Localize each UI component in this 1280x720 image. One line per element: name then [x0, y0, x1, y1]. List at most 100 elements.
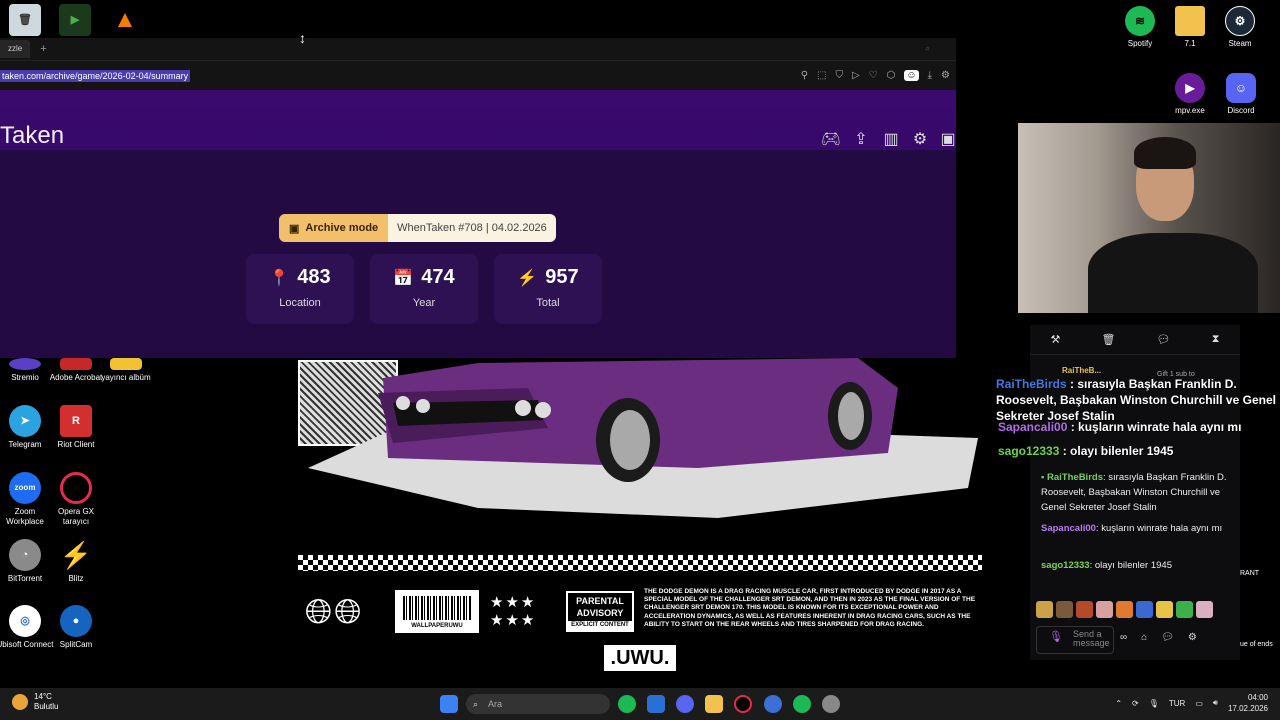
side-label-2: ue of ends	[1240, 641, 1273, 648]
emote-icon[interactable]	[1136, 601, 1153, 618]
splitcam-icon[interactable]: ● SplitCam	[47, 605, 105, 650]
chevron-up-icon[interactable]: ⌃	[1115, 699, 1122, 708]
pin-icon[interactable]: ⚲	[801, 70, 808, 81]
archive-mode-banner: ▣ Archive mode WhenTaken #708 | 04.02.20…	[279, 214, 556, 242]
hammer-icon[interactable]: ⚒	[1051, 333, 1061, 346]
bittorrent-icon[interactable]: ◔ BitTorrent	[0, 539, 54, 584]
language-indicator[interactable]: TUR	[1169, 699, 1185, 708]
discord-icon[interactable]: ☺ Discord	[1216, 73, 1266, 115]
weather-desc: Bulutlu	[34, 702, 59, 711]
barcode-text: WALLPAPERUWU	[411, 623, 463, 629]
store-icon[interactable]: ⌂	[1141, 632, 1147, 643]
clock[interactable]: 04:00 17.02.2026	[1228, 692, 1268, 714]
stat-year-value: 474	[421, 266, 455, 288]
folder-71-icon[interactable]: 7.1	[1165, 6, 1215, 48]
emote-icon[interactable]	[1116, 601, 1133, 618]
settings-icon[interactable]: ⚙	[941, 70, 950, 81]
trash-icon[interactable]: 🗑︎	[1102, 333, 1116, 346]
browser-tab[interactable]: zzle	[0, 40, 31, 58]
sync-icon[interactable]: ⟳	[1132, 699, 1139, 708]
uwu-logo: .UWU.	[604, 645, 676, 671]
app-taskbar-icon[interactable]	[764, 695, 782, 713]
emote-icon[interactable]	[1076, 601, 1093, 618]
archive-mode-button[interactable]: ▣ Archive mode	[279, 214, 389, 242]
windows-start-icon[interactable]	[440, 695, 458, 713]
file-explorer-icon[interactable]	[705, 695, 723, 713]
opera-gx-taskbar-icon[interactable]	[734, 695, 752, 713]
address-bar[interactable]: taken.com/archive/game/2026-02-04/summar…	[0, 60, 956, 90]
folder-icon[interactable]: yayıncı albüm	[97, 358, 155, 383]
telegram-icon[interactable]: ➤ Telegram	[0, 405, 54, 450]
emote-icon[interactable]	[1036, 601, 1053, 618]
spotify-icon[interactable]: ≋ Spotify	[1115, 6, 1165, 48]
new-tab-button[interactable]: +	[40, 43, 46, 55]
system-tray: ⌃ ⟳ 🎙︎ TUR ▭ 🔊︎ 04:00 17.02.2026	[1115, 692, 1268, 714]
emote-icon[interactable]	[1176, 601, 1193, 618]
play-icon[interactable]: ▷	[852, 70, 860, 81]
network-icon[interactable]: ▭	[1195, 699, 1203, 708]
gear-icon[interactable]: ⚙	[909, 129, 931, 151]
chat-bottom-tools: ∞ ⌂ 💬︎ ⚙	[1120, 632, 1197, 643]
vlc-icon[interactable]: ▲	[96, 4, 154, 39]
heart-icon[interactable]: ♡	[869, 70, 878, 81]
shield-icon[interactable]: ⛉	[835, 70, 843, 81]
telegram-label: Telegram	[8, 440, 42, 449]
discord-taskbar-icon[interactable]	[676, 695, 694, 713]
search-tabs-icon[interactable]: ⌕	[926, 44, 930, 54]
share-icon[interactable]: ⇪	[850, 129, 872, 151]
site-header-banner	[0, 90, 956, 150]
microphone-icon[interactable]: 🎙︎	[1049, 632, 1063, 643]
mic-icon[interactable]: 🎙︎	[1149, 699, 1159, 708]
emote-icon[interactable]	[1156, 601, 1173, 618]
screenshot-icon[interactable]: ⬚	[817, 70, 826, 81]
overlay-text-2: : kuşların winrate hala aynı mı	[1067, 420, 1242, 434]
riot-client-icon[interactable]: R Riot Client	[47, 405, 105, 450]
bittorrent-label: BitTorrent	[7, 574, 43, 583]
settings-cog-icon[interactable]: ⚙	[1188, 632, 1197, 643]
stat-total: ⚡ 957 Total	[494, 254, 602, 324]
menu-icon[interactable]: ▣	[937, 129, 959, 151]
yayinci-album-label: yayıncı albüm	[101, 373, 151, 382]
overlay-user-3: sago12333	[998, 444, 1060, 458]
hourglass-icon[interactable]: ⧗	[1212, 333, 1220, 346]
spotify-label: Spotify	[1127, 39, 1153, 48]
overlay-message-1: RaiTheBirds : sırasıyla Başkan Franklin …	[996, 376, 1280, 424]
spotify-taskbar-icon-2[interactable]	[793, 695, 811, 713]
profile-icon[interactable]: ☺	[904, 70, 919, 81]
ubisoft-connect-icon[interactable]: ◎ Ubisoft Connect	[0, 605, 54, 650]
emote-icon[interactable]	[1096, 601, 1113, 618]
mpv-icon[interactable]: ▶ mpv.exe	[1165, 73, 1215, 115]
url-text[interactable]: taken.com/archive/game/2026-02-04/summar…	[0, 69, 191, 82]
site-title[interactable]: Taken	[0, 122, 64, 150]
stremio-label: Stremio	[11, 373, 39, 382]
blitz-icon[interactable]: ⚡ Blitz	[47, 539, 105, 584]
chat-input[interactable]: 🎙︎ Send a message	[1036, 626, 1114, 654]
chat-message-3: sago12333: olayı bilenler 1945	[1041, 558, 1231, 573]
download-icon[interactable]: ⤓	[928, 70, 932, 81]
steam-icon[interactable]: ⚙ Steam	[1215, 6, 1265, 48]
mail-taskbar-icon[interactable]	[647, 695, 665, 713]
advisory-sub: EXPLICIT CONTENT	[568, 621, 632, 630]
chat-bubble-icon[interactable]: 💬︎	[1157, 333, 1171, 346]
obs-taskbar-icon[interactable]	[822, 695, 840, 713]
chat-user-3[interactable]: sago12333	[1041, 560, 1090, 571]
gamepad-icon[interactable]: 🎮︎	[820, 129, 842, 151]
checkered-stripe	[298, 555, 982, 571]
zoom-icon[interactable]: zoom Zoom Workplace	[0, 472, 54, 527]
chat-user-1[interactable]: RaiTheBirds	[1047, 472, 1103, 483]
volume-icon[interactable]: 🔊︎	[1213, 698, 1218, 708]
emote-icon[interactable]	[1056, 601, 1073, 618]
chat-user-2[interactable]: Sapancali00	[1041, 523, 1096, 534]
link-icon[interactable]: ∞	[1120, 632, 1127, 643]
spotify-taskbar-icon[interactable]	[618, 695, 636, 713]
emote-icon[interactable]	[1196, 601, 1213, 618]
taskbar-search[interactable]: ⌕ Ara	[466, 694, 610, 714]
opera-gx-icon[interactable]: Opera GX tarayıcı	[47, 472, 105, 527]
stremio-icon[interactable]: Stremio	[0, 358, 54, 383]
stats-icon[interactable]: ▥	[880, 129, 902, 151]
weather-widget[interactable]: 14°C Bulutlu	[12, 692, 58, 712]
chat-icon[interactable]: 💬︎	[1161, 632, 1174, 643]
overlay-message-3: sago12333 : olayı bilenler 1945	[998, 443, 1258, 459]
archive-mode-label: Archive mode	[305, 222, 379, 234]
extensions-icon[interactable]: ⬡	[887, 70, 896, 81]
